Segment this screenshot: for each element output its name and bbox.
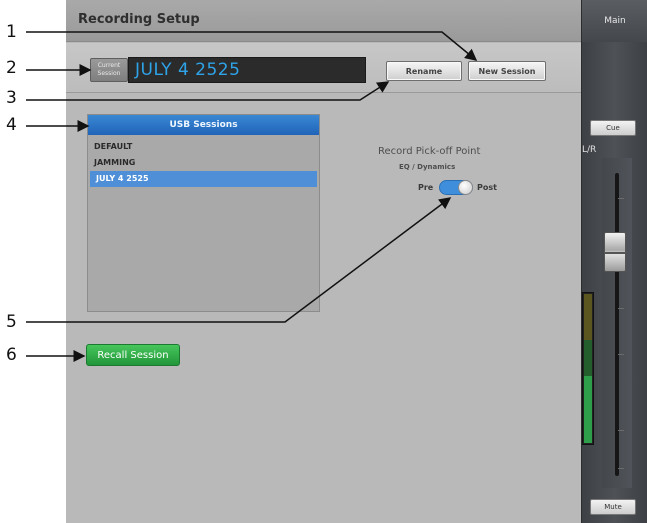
fader-tick bbox=[618, 430, 624, 431]
callout-number: 2 bbox=[6, 58, 17, 78]
callout-number: 5 bbox=[6, 312, 17, 332]
lr-label: L/R bbox=[582, 145, 597, 155]
cue-button[interactable]: Cue bbox=[590, 120, 636, 136]
session-toolbar: Current Session JULY 4 2525 Rename New S… bbox=[66, 43, 581, 93]
callout-number: 6 bbox=[6, 345, 17, 365]
meter-mid-segment bbox=[584, 340, 592, 377]
toggle-knob[interactable] bbox=[458, 180, 473, 195]
current-session-field: JULY 4 2525 bbox=[128, 57, 366, 83]
main-channel-strip: Main Cue L/R Mute bbox=[581, 0, 647, 523]
usb-sessions-list: USB Sessions DEFAULT JAMMING JULY 4 2525 bbox=[87, 114, 320, 312]
fader-tick bbox=[618, 308, 624, 309]
current-session-tag-line1: Current bbox=[97, 62, 121, 69]
recording-setup-panel: Recording Setup Current Session JULY 4 2… bbox=[66, 0, 581, 523]
usb-sessions-header: USB Sessions bbox=[88, 115, 319, 135]
main-strip-header: Main bbox=[582, 0, 647, 42]
fader-tick bbox=[618, 198, 624, 199]
pickoff-toggle[interactable] bbox=[439, 180, 473, 195]
callout-number: 4 bbox=[6, 115, 17, 135]
pickoff-title: Record Pick-off Point bbox=[378, 146, 481, 157]
fader-tick bbox=[618, 354, 624, 355]
rename-button[interactable]: Rename bbox=[386, 61, 462, 81]
meter-level-segment bbox=[584, 376, 592, 443]
list-item-selected[interactable]: JULY 4 2525 bbox=[90, 171, 317, 187]
current-session-value: JULY 4 2525 bbox=[135, 60, 241, 80]
recall-session-button[interactable]: Recall Session bbox=[86, 344, 180, 366]
fader-tick bbox=[618, 468, 624, 469]
main-fader-cap[interactable] bbox=[604, 232, 626, 272]
current-session-tag-line2: Session bbox=[97, 70, 121, 77]
level-meter bbox=[582, 292, 594, 445]
title-bar: Recording Setup bbox=[66, 0, 581, 42]
meter-peak-segment bbox=[584, 294, 592, 340]
callout-number: 1 bbox=[6, 22, 17, 42]
mute-button[interactable]: Mute bbox=[590, 499, 636, 515]
list-item[interactable]: DEFAULT bbox=[88, 139, 319, 155]
callout-number: 3 bbox=[6, 88, 17, 108]
window-title: Recording Setup bbox=[78, 12, 200, 27]
pickoff-pre-label: Pre bbox=[418, 183, 434, 192]
new-session-button[interactable]: New Session bbox=[468, 61, 546, 81]
pickoff-post-label: Post bbox=[477, 183, 497, 192]
pickoff-subtitle: EQ / Dynamics bbox=[399, 163, 456, 171]
current-session-tag: Current Session bbox=[90, 58, 128, 82]
main-strip-title: Main bbox=[604, 16, 626, 26]
list-item[interactable]: JAMMING bbox=[88, 155, 319, 171]
usb-sessions-body: DEFAULT JAMMING JULY 4 2525 bbox=[88, 135, 319, 187]
